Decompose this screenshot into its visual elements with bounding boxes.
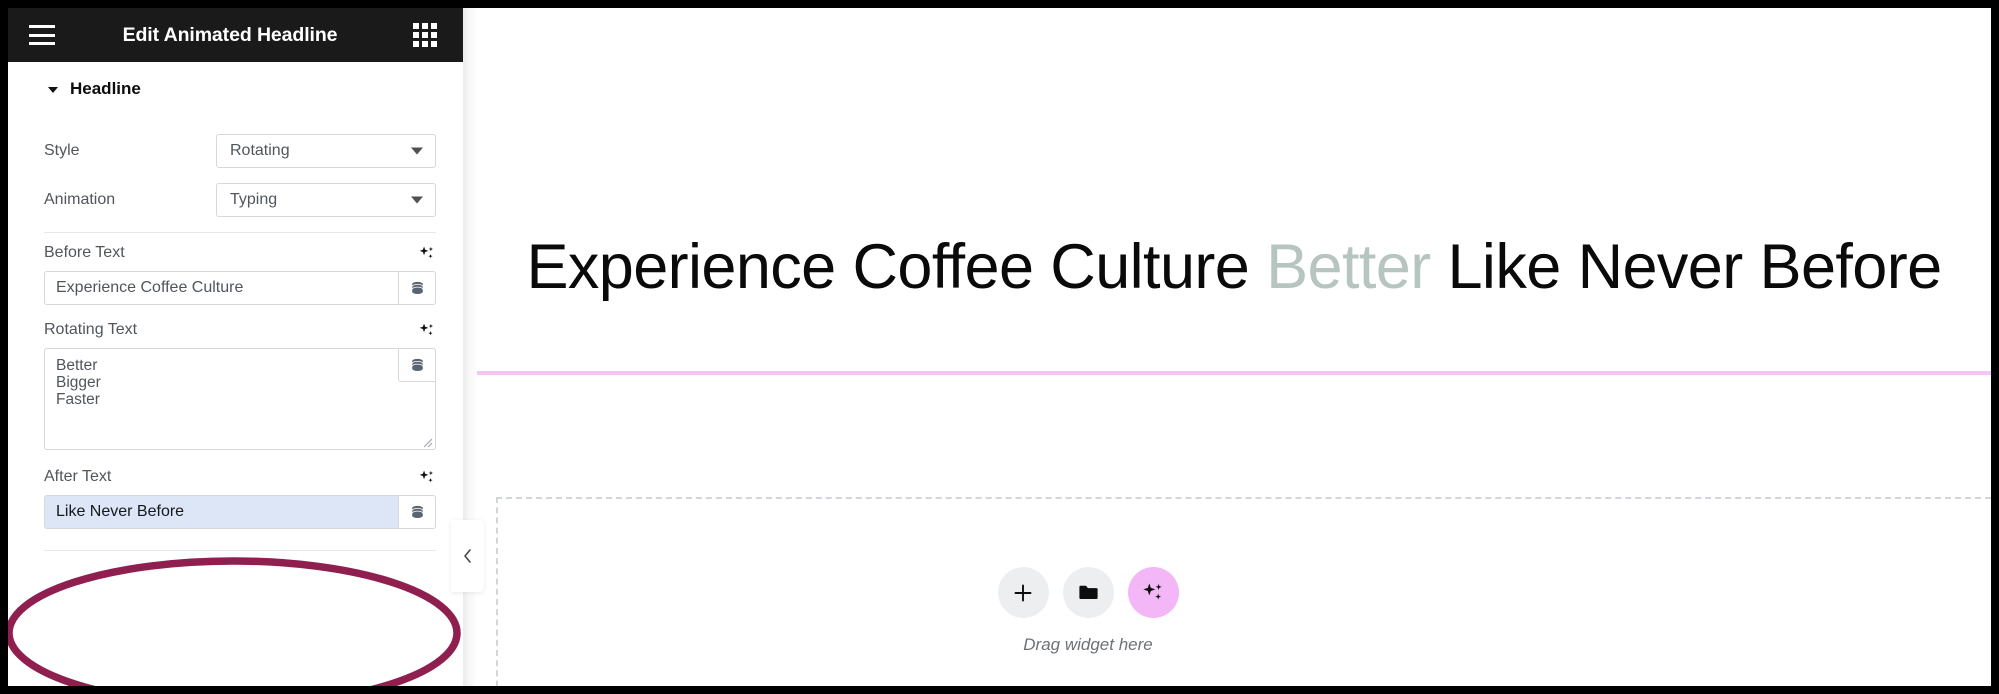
after-text-input[interactable] xyxy=(44,495,398,529)
editor-panel: Edit Animated Headline Headline Style Ro… xyxy=(8,8,463,686)
headline-after-text: Like Never Before xyxy=(1430,232,1942,302)
headline-rotating-text: Better xyxy=(1266,232,1431,302)
dropzone-content: Drag widget here xyxy=(498,567,1678,655)
before-text-input[interactable] xyxy=(44,271,398,305)
panel-header: Edit Animated Headline xyxy=(8,8,463,62)
field-header-rotating-text: Rotating Text xyxy=(44,319,436,341)
screenshot-frame: Edit Animated Headline Headline Style Ro… xyxy=(0,0,1999,694)
style-select[interactable]: Rotating xyxy=(216,134,436,168)
dropzone-caption: Drag widget here xyxy=(1023,635,1153,654)
panel-collapse-button[interactable] xyxy=(451,520,484,592)
folder-icon xyxy=(1078,585,1098,600)
add-widget-button[interactable] xyxy=(997,567,1049,618)
style-label: Style xyxy=(44,142,80,159)
chevron-down-icon xyxy=(411,196,423,204)
style-select-value: Rotating xyxy=(230,142,290,159)
field-header-after-text: After Text xyxy=(44,466,436,488)
chevron-left-icon xyxy=(464,549,471,563)
panel-title: Edit Animated Headline xyxy=(122,23,338,46)
preview-canvas: Experience Coffee Culture Better Like Ne… xyxy=(477,8,1991,686)
before-text-field-group xyxy=(44,271,436,305)
plus-icon xyxy=(1014,584,1032,601)
caret-down-icon xyxy=(48,86,58,93)
animated-headline-widget[interactable]: Experience Coffee Culture Better Like Ne… xyxy=(477,232,1991,303)
after-text-label: After Text xyxy=(44,468,112,485)
widget-dropzone[interactable]: Drag widget here xyxy=(496,497,1991,686)
headline-text: Experience Coffee Culture Better Like Ne… xyxy=(477,232,1991,303)
dynamic-tags-database-icon[interactable] xyxy=(398,348,436,382)
field-header-before-text: Before Text xyxy=(44,242,436,264)
dropzone-buttons xyxy=(498,567,1678,618)
apps-grid-icon[interactable] xyxy=(413,23,437,47)
animation-select[interactable]: Typing xyxy=(216,183,436,217)
before-text-label: Before Text xyxy=(44,244,125,261)
chevron-down-icon xyxy=(411,147,423,155)
add-template-button[interactable] xyxy=(1062,567,1114,618)
ai-sparkle-icon[interactable] xyxy=(417,468,436,487)
section-label: Headline xyxy=(70,78,141,98)
application-viewport: Edit Animated Headline Headline Style Ro… xyxy=(8,8,1991,686)
divider xyxy=(44,232,436,233)
animation-select-value: Typing xyxy=(230,191,278,208)
ai-builder-button[interactable] xyxy=(1127,567,1179,618)
headline-before-text: Experience Coffee Culture xyxy=(526,232,1267,302)
dynamic-tags-database-icon[interactable] xyxy=(398,271,436,305)
animation-label: Animation xyxy=(44,191,116,208)
section-header-headline[interactable]: Headline xyxy=(8,62,463,115)
after-text-field-group xyxy=(44,495,436,529)
rotating-text-textarea[interactable]: Better Bigger Faster xyxy=(44,348,436,450)
control-row-style: Style Rotating xyxy=(44,134,436,168)
ai-sparkle-icon[interactable] xyxy=(417,321,436,340)
dynamic-tags-database-icon[interactable] xyxy=(398,495,436,529)
control-row-animation: Animation Typing xyxy=(44,183,436,217)
widget-selection-indicator xyxy=(477,371,1991,375)
divider xyxy=(44,550,436,551)
ai-sparkle-icon[interactable] xyxy=(417,244,436,263)
rotating-text-field-group: Better Bigger Faster xyxy=(44,348,436,450)
rotating-text-label: Rotating Text xyxy=(44,321,138,338)
ai-sparkle-icon xyxy=(1143,582,1162,599)
